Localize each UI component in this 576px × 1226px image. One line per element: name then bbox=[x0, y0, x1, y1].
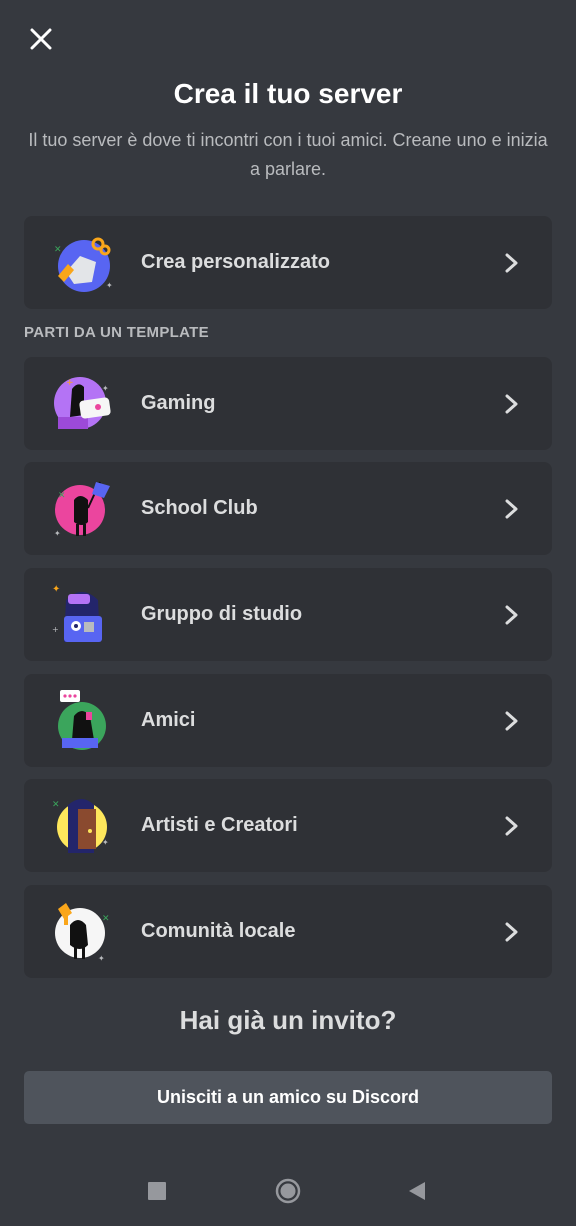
card-label: School Club bbox=[141, 497, 258, 519]
template-study-group-card[interactable]: ✦ + Gruppo di studio bbox=[24, 568, 552, 661]
home-icon[interactable] bbox=[275, 1178, 301, 1204]
svg-text:✦: ✦ bbox=[98, 954, 105, 963]
svg-text:✦: ✦ bbox=[102, 384, 109, 393]
svg-text:✦: ✦ bbox=[102, 838, 109, 847]
chevron-right-icon bbox=[505, 922, 518, 942]
card-label: Artisti e Creatori bbox=[141, 814, 298, 836]
card-label: Crea personalizzato bbox=[141, 251, 330, 273]
gaming-icon: ✦ + bbox=[54, 377, 111, 429]
card-label: Amici bbox=[141, 709, 196, 731]
close-button[interactable] bbox=[22, 20, 60, 58]
chevron-right-icon bbox=[505, 253, 518, 273]
school-club-icon: ✦ ✕ bbox=[54, 481, 110, 538]
template-gaming-card[interactable]: ✦ + Gaming bbox=[24, 357, 552, 450]
svg-text:+: + bbox=[66, 378, 74, 388]
template-school-club-card[interactable]: ✦ ✕ School Club bbox=[24, 462, 552, 555]
template-artists-creators-card[interactable]: ✕ ✦ Artisti e Creatori bbox=[24, 779, 552, 872]
svg-text:+: + bbox=[52, 625, 59, 634]
recent-apps-icon[interactable] bbox=[148, 1182, 166, 1200]
svg-text:✦: ✦ bbox=[52, 584, 60, 595]
invite-heading: Hai già un invito? bbox=[179, 1005, 397, 1035]
close-icon bbox=[30, 28, 52, 50]
svg-text:✕: ✕ bbox=[52, 800, 60, 810]
backpack-icon: ✦ + bbox=[52, 584, 102, 642]
svg-text:✕: ✕ bbox=[102, 914, 110, 924]
card-label: Gruppo di studio bbox=[141, 603, 303, 625]
svg-text:✦: ✦ bbox=[54, 529, 61, 538]
svg-text:✕: ✕ bbox=[58, 491, 66, 501]
back-icon[interactable] bbox=[407, 1181, 427, 1201]
artist-door-icon: ✕ ✦ bbox=[52, 799, 109, 853]
svg-text:✕: ✕ bbox=[54, 245, 62, 255]
page-title: Crea il tuo server bbox=[173, 78, 403, 109]
page-subtitle: Il tuo server è dove ti incontri con i t… bbox=[28, 130, 548, 179]
chevron-right-icon bbox=[505, 711, 518, 731]
templates-section-header: PARTI DA UN TEMPLATE bbox=[24, 324, 209, 341]
template-friends-card[interactable]: Amici bbox=[24, 674, 552, 767]
svg-text:✦: ✦ bbox=[106, 281, 113, 290]
chevron-right-icon bbox=[505, 394, 518, 414]
system-nav-bar bbox=[0, 1160, 576, 1220]
chevron-right-icon bbox=[505, 605, 518, 625]
chevron-right-icon bbox=[505, 499, 518, 519]
card-label: Comunità locale bbox=[141, 920, 296, 942]
local-community-icon: ✕ ✦ bbox=[55, 903, 110, 963]
friends-icon bbox=[58, 690, 106, 750]
join-friend-button[interactable]: Unisciti a un amico su Discord bbox=[24, 1071, 552, 1124]
template-local-community-card[interactable]: ✕ ✦ Comunità locale bbox=[24, 885, 552, 978]
card-label: Gaming bbox=[141, 392, 216, 414]
chevron-right-icon bbox=[505, 816, 518, 836]
create-custom-card[interactable]: ✕ ✦ Crea personalizzato bbox=[24, 216, 552, 309]
globe-build-icon: ✕ ✦ bbox=[54, 237, 113, 292]
